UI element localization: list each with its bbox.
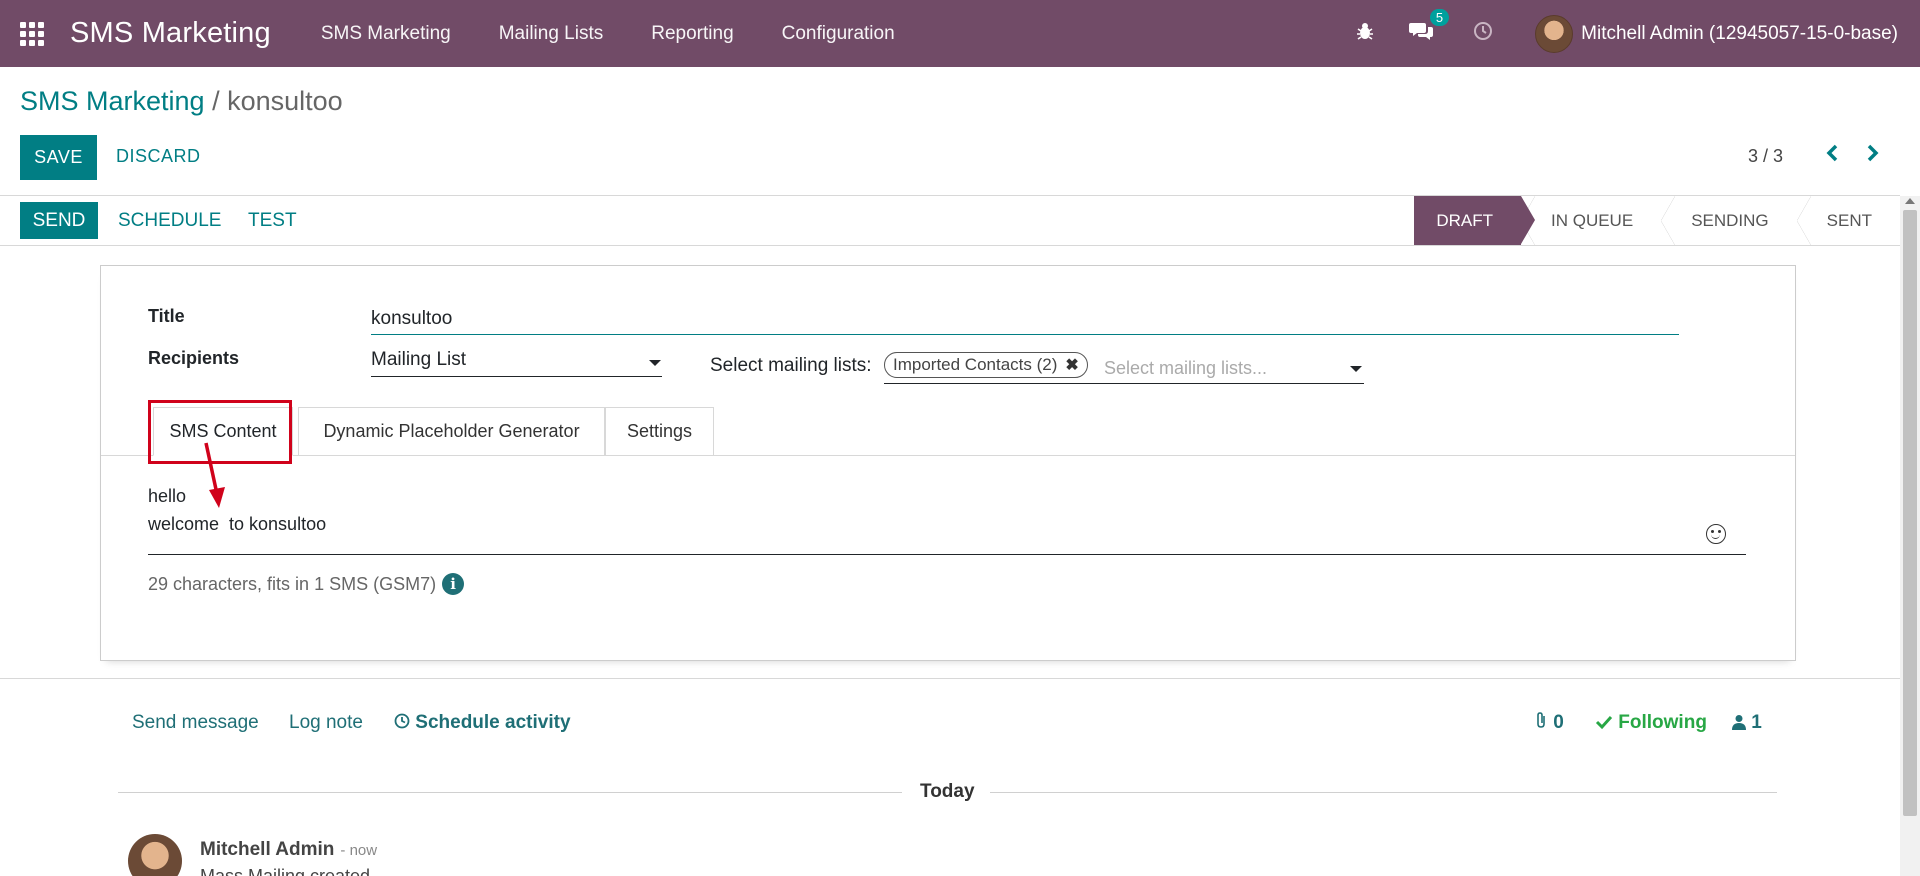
menu-configuration[interactable]: Configuration [758,23,919,45]
mailing-lists-field[interactable]: Imported Contacts (2) ✖ Select mailing l… [884,350,1364,384]
pager-previous-icon[interactable] [1825,143,1839,169]
user-icon [1732,715,1746,730]
pager-value: 3 / 3 [1748,146,1784,166]
message-author: Mitchell Admin - now [200,839,377,861]
message-time: - now [340,842,378,859]
scrollbar-thumb[interactable] [1903,210,1917,816]
form-statusbar: SEND SCHEDULE TEST DRAFT IN QUEUE SENDIN… [0,196,1900,246]
sms-body-line: hello [148,486,187,506]
title-label: Title [148,306,185,326]
breadcrumb: SMS Marketing / konsultoo [20,86,343,117]
sms-count-text: 29 characters, fits in 1 SMS (GSM7) [148,573,437,594]
title-field[interactable]: konsultoo [371,305,1679,335]
recipients-label: Recipients [148,348,240,368]
mailing-lists-label: Select mailing lists: [710,355,872,376]
tab-settings[interactable]: Settings [605,407,714,456]
scroll-up-arrow-icon[interactable] [1905,198,1915,204]
clock-icon [394,713,410,729]
menu-mailing-lists[interactable]: Mailing Lists [475,23,628,45]
recipients-caret-icon[interactable] [649,360,661,366]
date-divider-line [990,792,1777,793]
sms-character-count: 29 characters, fits in 1 SMS (GSM7) i [148,573,465,595]
recipients-select[interactable]: Mailing List [371,346,662,377]
mailing-list-tag: Imported Contacts (2) ✖ [884,352,1088,378]
save-button[interactable]: SAVE [20,135,97,180]
app-brand[interactable]: SMS Marketing [70,17,271,50]
tab-dynamic-placeholder-generator[interactable]: Dynamic Placeholder Generator [298,407,605,456]
message-body: Mass Mailing created [200,866,371,876]
sms-body-line: welcome to konsultoo [148,514,327,534]
stage-sending[interactable]: SENDING [1661,196,1796,245]
recipients-value: Mailing List [371,349,467,370]
chat-badge: 5 [1429,8,1450,26]
top-navbar: SMS Marketing SMS Marketing Mailing List… [0,0,1920,67]
pager-next-icon[interactable] [1866,143,1880,169]
stage-sent[interactable]: SENT [1796,196,1900,245]
main-menu: SMS Marketing Mailing Lists Reporting Co… [297,23,919,45]
attachments-button[interactable]: 0 [1534,712,1564,734]
followers-count: 1 [1751,712,1762,733]
user-avatar[interactable] [1535,14,1574,53]
followers-button[interactable]: 1 [1732,712,1762,734]
menu-sms-marketing[interactable]: SMS Marketing [297,23,475,45]
paperclip-icon [1537,712,1545,728]
attachments-count: 0 [1553,712,1564,733]
user-menu[interactable]: Mitchell Admin (12945057-15-0-base) [1581,23,1898,45]
mailing-lists-caret-icon[interactable] [1350,366,1362,372]
emoji-icon[interactable] [1706,524,1726,544]
schedule-button[interactable]: SCHEDULE [118,210,221,232]
following-button[interactable]: Following [1595,712,1707,734]
discard-button[interactable]: DISCARD [116,146,201,167]
tag-remove-icon[interactable]: ✖ [1065,355,1078,375]
bug-icon[interactable] [1355,21,1375,47]
stage-in-queue[interactable]: IN QUEUE [1521,196,1661,245]
date-divider-line [118,792,902,793]
apps-menu-icon[interactable] [18,20,46,48]
menu-reporting[interactable]: Reporting [627,23,757,45]
check-icon [1595,715,1613,730]
sms-body-textarea[interactable]: hello welcome to konsultoo [148,482,1746,555]
chat-icon[interactable]: 5 [1409,8,1450,47]
scrollbar[interactable] [1900,196,1920,876]
schedule-activity-label: Schedule activity [415,712,571,733]
schedule-activity-button[interactable]: Schedule activity [394,712,571,734]
breadcrumb-separator: / [204,86,228,116]
stage-pipeline: DRAFT IN QUEUE SENDING SENT [1414,196,1900,245]
log-note-button[interactable]: Log note [289,712,363,734]
message-author-avatar[interactable] [128,834,182,876]
date-divider: Today [920,781,975,802]
send-message-button[interactable]: Send message [132,712,259,734]
following-label: Following [1618,712,1707,733]
divider [0,678,1900,679]
activity-clock-icon[interactable] [1473,21,1493,47]
navbar-systray: 5 Mitchell Admin (12945057-15-0-base) [1343,0,1920,67]
breadcrumb-parent[interactable]: SMS Marketing [20,86,205,116]
mailing-list-tag-label: Imported Contacts (2) [893,355,1058,374]
test-button[interactable]: TEST [248,210,297,232]
info-icon[interactable]: i [442,573,465,595]
message-author-name[interactable]: Mitchell Admin [200,839,334,860]
mailing-lists-input[interactable]: Select mailing lists... [1104,358,1267,379]
stage-draft[interactable]: DRAFT [1414,196,1535,245]
send-button[interactable]: SEND [20,202,98,239]
breadcrumb-current: konsultoo [227,86,343,116]
